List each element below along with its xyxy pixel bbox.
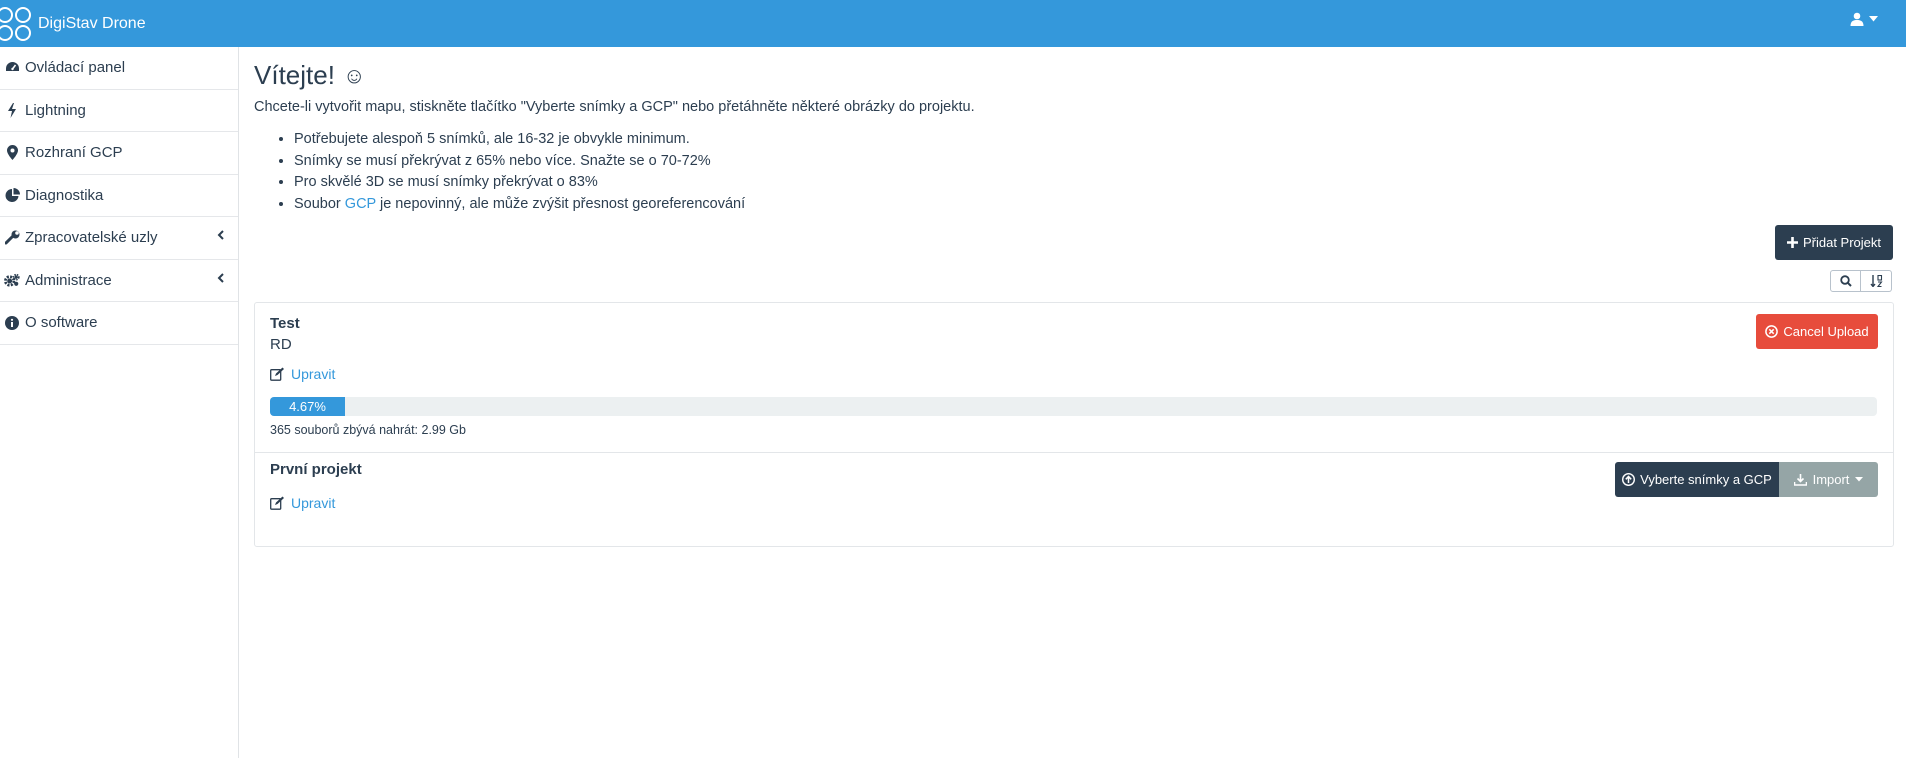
tip-text: Soubor <box>294 195 345 212</box>
pie-chart-icon <box>4 187 20 203</box>
sidebar-item-diagnostics[interactable]: Diagnostika <box>0 175 238 217</box>
search-icon <box>1839 275 1852 287</box>
upload-progress-label: 4.67% <box>289 399 326 414</box>
edit-label: Upravit <box>291 495 336 511</box>
tip-item: Snímky se musí překrývat z 65% nebo více… <box>294 151 745 173</box>
user-icon <box>1850 12 1864 26</box>
edit-project-link[interactable]: Upravit <box>270 366 335 382</box>
edit-icon <box>270 496 284 510</box>
add-project-label: Přidat Projekt <box>1802 235 1882 250</box>
caret-down-icon <box>1855 477 1864 482</box>
drone-logo-icon <box>0 6 31 41</box>
project-name: První projekt <box>270 461 362 478</box>
chevron-left-icon <box>217 272 224 283</box>
sidebar-item-label: Lightning <box>25 101 86 119</box>
page-title: Vítejte! <box>254 60 335 90</box>
edit-icon <box>270 367 284 381</box>
import-icon <box>1793 473 1807 486</box>
brand[interactable]: DigiStav Drone <box>0 0 146 47</box>
bolt-icon <box>4 102 20 118</box>
info-icon <box>4 315 20 331</box>
select-images-gcp-button[interactable]: Vyberte snímky a GCP <box>1615 462 1779 497</box>
upload-circle-icon <box>1622 473 1636 486</box>
top-navbar: DigiStav Drone <box>0 0 1906 47</box>
project-description: RD <box>270 336 292 353</box>
sidebar-item-label: Diagnostika <box>25 186 104 204</box>
sidebar-item-lightning[interactable]: Lightning <box>0 90 238 132</box>
sidebar-item-label: Zpracovatelské uzly <box>25 229 158 247</box>
import-dropdown-button[interactable]: Import <box>1779 462 1878 497</box>
sidebar: Ovládací panel Lightning Rozhraní GCP Di… <box>0 47 239 758</box>
edit-project-link[interactable]: Upravit <box>270 495 335 511</box>
smiley-icon: ☺ <box>342 62 366 88</box>
sidebar-item-administration[interactable]: Administrace <box>0 260 238 302</box>
gcp-link[interactable]: GCP <box>345 196 376 212</box>
welcome-header: Vítejte! ☺ <box>254 60 365 91</box>
tip-item: Pro skvělé 3D se musí snímky překrývat o… <box>294 172 745 194</box>
sidebar-item-label: Ovládací panel <box>25 59 126 77</box>
cancel-upload-label: Cancel Upload <box>1783 324 1869 339</box>
tip-item: Potřebujete alespoň 5 snímků, ale 16-32 … <box>294 129 745 151</box>
upload-progress-fill: 4.67% <box>270 397 346 416</box>
user-menu[interactable] <box>1850 12 1878 26</box>
search-button[interactable] <box>1830 270 1861 292</box>
project-actions: Vyberte snímky a GCP Import <box>1615 462 1878 497</box>
edit-label: Upravit <box>291 366 336 382</box>
gears-icon <box>4 272 20 288</box>
project-item: První projekt Upravit Vyberte snímky a G… <box>255 453 1893 547</box>
dashboard-icon <box>4 60 20 76</box>
project-toolbar <box>1830 270 1892 292</box>
sidebar-item-label: Rozhraní GCP <box>25 144 123 162</box>
wrench-icon <box>4 230 20 246</box>
projects-list: Test RD Upravit Cancel Upload 4.67% 365 … <box>254 302 1894 547</box>
sidebar-item-processing-nodes[interactable]: Zpracovatelské uzly <box>0 217 238 260</box>
plus-icon <box>1786 237 1798 248</box>
caret-down-icon <box>1869 16 1878 22</box>
project-item: Test RD Upravit Cancel Upload 4.67% 365 … <box>255 303 1893 453</box>
cancel-upload-button[interactable]: Cancel Upload <box>1756 314 1878 349</box>
upload-remaining-text: 365 souborů zbývá nahrát: 2.99 Gb <box>270 423 466 437</box>
import-label: Import <box>1812 472 1850 487</box>
add-project-button[interactable]: Přidat Projekt <box>1775 225 1893 260</box>
select-images-gcp-label: Vyberte snímky a GCP <box>1640 472 1772 487</box>
sort-icon <box>1869 275 1883 287</box>
map-marker-icon <box>4 145 20 161</box>
tip-text: je nepovinný, ale může zvýšit přesnost g… <box>375 195 746 212</box>
sidebar-item-dashboard[interactable]: Ovládací panel <box>0 47 238 90</box>
times-circle-icon <box>1765 325 1779 338</box>
intro-text: Chcete-li vytvořit mapu, stiskněte tlačí… <box>254 99 975 115</box>
project-name: Test <box>270 315 300 332</box>
upload-progress-bar: 4.67% <box>270 397 1877 416</box>
sort-button[interactable] <box>1861 270 1892 292</box>
sidebar-item-label: Administrace <box>25 271 112 289</box>
tips-list: Potřebujete alespoň 5 snímků, ale 16-32 … <box>294 129 745 215</box>
sidebar-item-gcp-interface[interactable]: Rozhraní GCP <box>0 132 238 175</box>
sidebar-item-about-software[interactable]: O software <box>0 302 238 345</box>
sidebar-item-label: O software <box>25 314 98 332</box>
brand-name: DigiStav Drone <box>38 14 146 32</box>
chevron-left-icon <box>217 230 224 240</box>
tip-item: Soubor GCP je nepovinný, ale může zvýšit… <box>294 194 745 216</box>
